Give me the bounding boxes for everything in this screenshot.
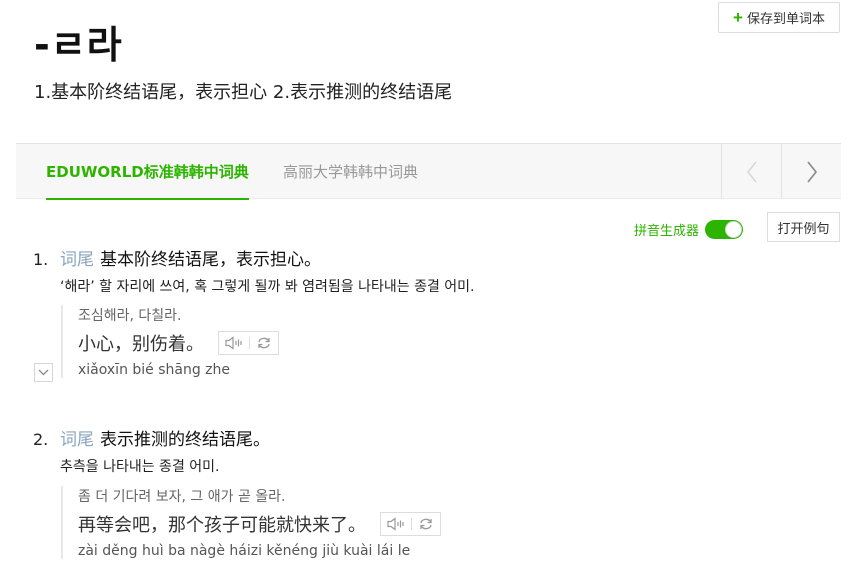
tab-korea-university-label: 高丽大学韩韩中词典 — [283, 163, 419, 181]
headword: -ㄹ라 — [34, 23, 123, 67]
part-of-speech: 词尾 — [60, 430, 94, 450]
entry-summary: 1.基本阶终结语尾，表示担心 2.表示推测的终结语尾 — [34, 82, 453, 103]
open-examples-label: 打开例句 — [777, 220, 830, 236]
tab-prev-button[interactable] — [721, 144, 781, 199]
save-to-wordbook-label: 保存到单词本 — [746, 11, 825, 26]
example-chinese: 再等会吧，那个孩子可能就快来了。 — [78, 515, 366, 536]
tab-korea-university[interactable]: 高丽大学韩韩中词典 — [283, 144, 418, 199]
tab-eduworld-label: EDUWORLD标准韩韩中词典 — [46, 162, 249, 181]
korean-definition: ‘해라’ 할 자리에 쓰여, 혹 그렇게 될까 봐 염려됨을 나타내는 종결 어… — [60, 279, 475, 295]
tab-next-button[interactable] — [781, 144, 841, 199]
example-korean: 조심해라, 다칠라. — [78, 308, 182, 324]
example-pinyin: xiǎoxīn bié shāng zhe — [78, 362, 231, 378]
sense-definition: 基本阶终结语尾，表示担心。 — [100, 250, 321, 270]
example-block: 좀 더 기다려 보자, 그 애가 곧 올라. 再等会吧，那个孩子可能就快来了。 … — [61, 486, 441, 559]
open-examples-button[interactable]: 打开例句 — [767, 212, 840, 242]
speaker-icon[interactable] — [387, 517, 405, 531]
pinyin-switch[interactable] — [705, 220, 744, 239]
speaker-icon[interactable] — [225, 336, 243, 350]
example-pinyin: zài děng huì ba nàgè háizi kěnéng jiù ku… — [78, 543, 411, 559]
chevron-right-icon — [806, 161, 817, 182]
part-of-speech: 词尾 — [60, 250, 94, 270]
expand-toggle-button[interactable] — [34, 363, 53, 382]
repeat-icon[interactable] — [256, 336, 272, 350]
example-audio-controls — [218, 331, 279, 355]
sense-item: 1. 词尾 基本阶终结语尾，表示担心。 ‘해라’ 할 자리에 쓰여, 혹 그렇게… — [33, 245, 475, 296]
dictionary-tab-bar: EDUWORLD标准韩韩中词典 高丽大学韩韩中词典 — [16, 143, 841, 200]
audio-divider — [249, 337, 250, 349]
sense-number: 2. — [33, 430, 49, 449]
plus-icon: + — [733, 8, 743, 27]
sense-number: 1. — [33, 250, 49, 269]
repeat-icon[interactable] — [418, 517, 434, 531]
chevron-left-icon — [746, 161, 757, 182]
example-korean: 좀 더 기다려 보자, 그 애가 곧 올라. — [78, 489, 286, 505]
example-block: 조심해라, 다칠라. 小心，别伤着。 xiǎoxīn bié shāng zhe — [61, 305, 279, 378]
example-chinese: 小心，别伤着。 — [78, 334, 204, 355]
example-audio-controls — [380, 512, 441, 536]
pinyin-generator-label: 拼音生成器 — [634, 224, 700, 239]
sense-definition: 表示推测的终结语尾。 — [100, 430, 270, 450]
audio-divider — [411, 518, 412, 530]
save-to-wordbook-button[interactable]: + 保存到单词本 — [718, 2, 840, 33]
switch-knob — [725, 221, 743, 238]
pinyin-generator-toggle[interactable]: 拼音生成器 — [634, 220, 744, 239]
tab-eduworld[interactable]: EDUWORLD标准韩韩中词典 — [46, 144, 249, 200]
sense-item: 2. 词尾 表示推测的终结语尾。 추측을 나타내는 종결 어미. — [33, 425, 270, 476]
korean-definition: 추측을 나타내는 종결 어미. — [60, 459, 220, 475]
chevron-down-icon — [38, 369, 49, 376]
